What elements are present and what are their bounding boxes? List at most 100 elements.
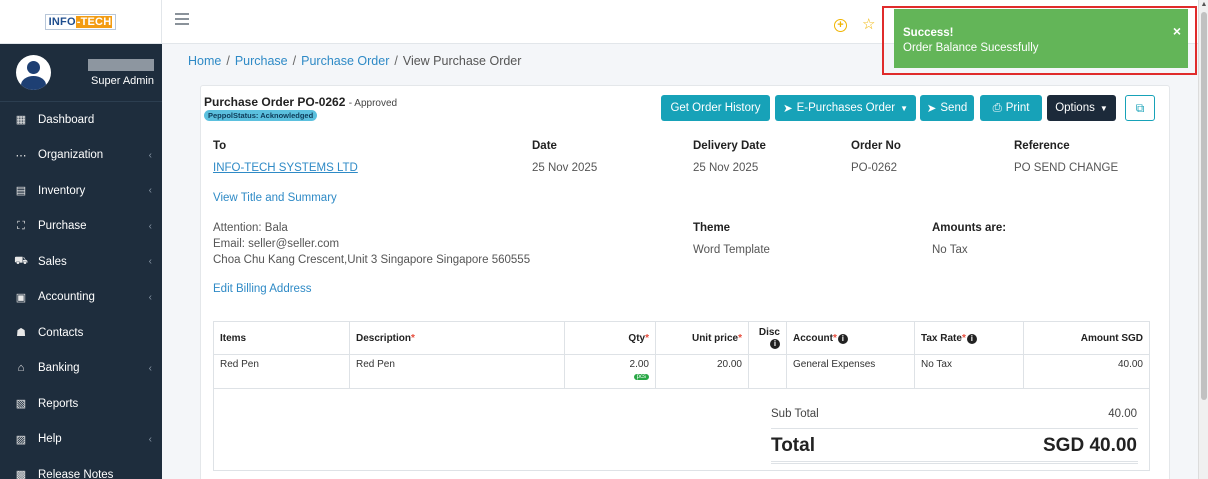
amounts-are-value: No Tax bbox=[932, 244, 968, 256]
send-arrow-icon: ➤ bbox=[926, 103, 937, 115]
reference-label: Reference bbox=[1014, 140, 1070, 152]
breadcrumb-home[interactable]: Home bbox=[188, 54, 221, 68]
contacts-icon: ☗ bbox=[16, 327, 26, 340]
date-value: 25 Nov 2025 bbox=[532, 162, 598, 174]
get-order-history-button[interactable]: Get Order History bbox=[661, 95, 770, 121]
header-disc: Disci bbox=[748, 321, 787, 355]
copy-button[interactable]: ⧉ bbox=[1125, 95, 1155, 121]
table-header-row: Items Description* Qty* Unit price* Disc… bbox=[213, 321, 1150, 355]
send-label: Send bbox=[940, 102, 968, 114]
cell-description: Red Pen bbox=[349, 354, 565, 389]
cell-unit-price: 20.00 bbox=[655, 354, 749, 389]
delivery-date-label: Delivery Date bbox=[693, 140, 766, 152]
user-info: Super Admin bbox=[61, 58, 154, 87]
total-value: SGD 40.00 bbox=[1043, 435, 1137, 456]
chevron-left-icon: ‹ bbox=[148, 185, 152, 197]
sidebar-item-banking[interactable]: ⌂ Banking ‹ bbox=[0, 351, 162, 387]
page-scrollbar[interactable]: ▲ bbox=[1198, 0, 1208, 479]
options-button[interactable]: Options ▼ bbox=[1047, 95, 1116, 121]
sidebar-item-label: Sales bbox=[38, 255, 67, 268]
caret-down-icon: ▼ bbox=[900, 103, 908, 113]
user-name-redacted bbox=[88, 58, 154, 71]
breadcrumb-purchase-order[interactable]: Purchase Order bbox=[301, 54, 389, 68]
sidebar-item-purchase[interactable]: ⛶ Purchase ‹ bbox=[0, 209, 162, 245]
qty-value: 2.00 bbox=[629, 359, 649, 370]
line-items-table: Items Description* Qty* Unit price* Disc… bbox=[213, 321, 1150, 389]
chevron-left-icon: ‹ bbox=[148, 256, 152, 268]
get-order-history-label: Get Order History bbox=[670, 102, 761, 114]
sidebar-item-contacts[interactable]: ☗ Contacts bbox=[0, 315, 162, 351]
edit-billing-address-link[interactable]: Edit Billing Address bbox=[213, 283, 311, 295]
po-number: Purchase Order PO-0262 bbox=[204, 95, 346, 109]
sidebar-item-release-notes[interactable]: ▩ Release Notes bbox=[0, 457, 162, 479]
peppol-status-badge: PeppolStatus: Acknowledged bbox=[204, 110, 318, 121]
chevron-left-icon: ‹ bbox=[148, 291, 152, 303]
copy-icon: ⧉ bbox=[1135, 100, 1145, 115]
user-panel: Super Admin bbox=[0, 44, 162, 102]
sidebar-item-sales[interactable]: ⛟ Sales ‹ bbox=[0, 244, 162, 280]
sidebar-item-help[interactable]: ▨ Help ‹ bbox=[0, 422, 162, 458]
print-button[interactable]: ⎙ Print bbox=[980, 95, 1042, 121]
sidebar-item-label: Release Notes bbox=[38, 468, 114, 479]
breadcrumb: Home / Purchase / Purchase Order / View Purcha… bbox=[188, 54, 522, 68]
menu-toggle-icon[interactable] bbox=[175, 13, 189, 25]
logo-text-2: -TECH bbox=[75, 15, 113, 28]
address-text: Choa Chu Kang Crescent,Unit 3 Singapore … bbox=[213, 254, 531, 266]
sub-total-value: 40.00 bbox=[1108, 408, 1137, 420]
app-logo[interactable]: INFO-TECH bbox=[44, 13, 117, 30]
success-toast[interactable]: Success! Order Balance Sucessfully × bbox=[894, 9, 1188, 68]
divider bbox=[771, 428, 1138, 429]
breadcrumb-purchase[interactable]: Purchase bbox=[235, 54, 288, 68]
chevron-left-icon: ‹ bbox=[148, 149, 152, 161]
sidebar-item-label: Purchase bbox=[38, 220, 87, 233]
header-unit-price: Unit price* bbox=[655, 321, 749, 355]
breadcrumb-current: View Purchase Order bbox=[402, 54, 522, 68]
help-icon: ▨ bbox=[15, 433, 27, 446]
sidebar-item-accounting[interactable]: ▣ Accounting ‹ bbox=[0, 280, 162, 316]
info-icon[interactable]: i bbox=[966, 333, 977, 344]
close-icon[interactable]: × bbox=[1173, 23, 1181, 39]
theme-label: Theme bbox=[693, 222, 731, 234]
header-items: Items bbox=[213, 321, 350, 355]
sidebar: INFO-TECH Super Admin ▦ Dashboard ⋯ Organiz… bbox=[0, 0, 162, 479]
cell-amount: 40.00 bbox=[1023, 354, 1150, 389]
plus-circle-icon[interactable]: + bbox=[834, 19, 847, 32]
cell-disc bbox=[748, 354, 787, 389]
send-button[interactable]: ➤ Send bbox=[920, 95, 974, 121]
avatar[interactable] bbox=[16, 55, 51, 90]
star-icon[interactable]: ☆ bbox=[862, 15, 875, 33]
chevron-left-icon: ‹ bbox=[148, 362, 152, 374]
table-row[interactable]: Red Pen Red Pen 2.00 pcs 20.00 General E… bbox=[213, 354, 1150, 389]
info-icon[interactable]: i bbox=[837, 333, 848, 344]
dashboard-icon: ▦ bbox=[15, 114, 27, 127]
bank-icon: ⌂ bbox=[17, 362, 25, 375]
scroll-up-icon[interactable]: ▲ bbox=[1199, 0, 1208, 10]
scroll-thumb[interactable] bbox=[1201, 12, 1207, 400]
sidebar-item-label: Banking bbox=[38, 362, 80, 375]
reports-icon: ▧ bbox=[15, 398, 27, 411]
header-amount: Amount SGD bbox=[1023, 321, 1150, 355]
to-vendor-link[interactable]: INFO-TECH SYSTEMS LTD bbox=[213, 162, 358, 174]
view-title-summary-link[interactable]: View Title and Summary bbox=[213, 192, 337, 204]
sidebar-item-label: Contacts bbox=[38, 326, 84, 339]
to-label: To bbox=[213, 140, 227, 152]
po-title: Purchase Order PO-0262 - Approved bbox=[204, 95, 397, 109]
cell-item: Red Pen bbox=[213, 354, 350, 389]
chevron-left-icon: ‹ bbox=[148, 433, 152, 445]
logo-text-1: INFO bbox=[48, 15, 76, 28]
info-icon[interactable]: i bbox=[770, 339, 780, 349]
header-description: Description* bbox=[349, 321, 565, 355]
caret-down-icon: ▼ bbox=[1099, 103, 1108, 113]
sub-total-label: Sub Total bbox=[771, 408, 819, 420]
email-text: Email: seller@seller.com bbox=[213, 238, 340, 250]
sidebar-item-organization[interactable]: ⋯ Organization ‹ bbox=[0, 138, 162, 174]
sidebar-item-inventory[interactable]: ▤ Inventory ‹ bbox=[0, 173, 162, 209]
total-label: Total bbox=[771, 435, 815, 456]
header-qty: Qty* bbox=[564, 321, 656, 355]
print-label: Print bbox=[1005, 102, 1030, 114]
amounts-are-label: Amounts are: bbox=[932, 222, 1007, 234]
sidebar-item-reports[interactable]: ▧ Reports bbox=[0, 386, 162, 422]
chevron-left-icon: ‹ bbox=[148, 220, 152, 232]
sidebar-item-dashboard[interactable]: ▦ Dashboard bbox=[0, 102, 162, 138]
e-purchases-order-button[interactable]: ➤ E-Purchases Order ▼ bbox=[775, 95, 916, 121]
